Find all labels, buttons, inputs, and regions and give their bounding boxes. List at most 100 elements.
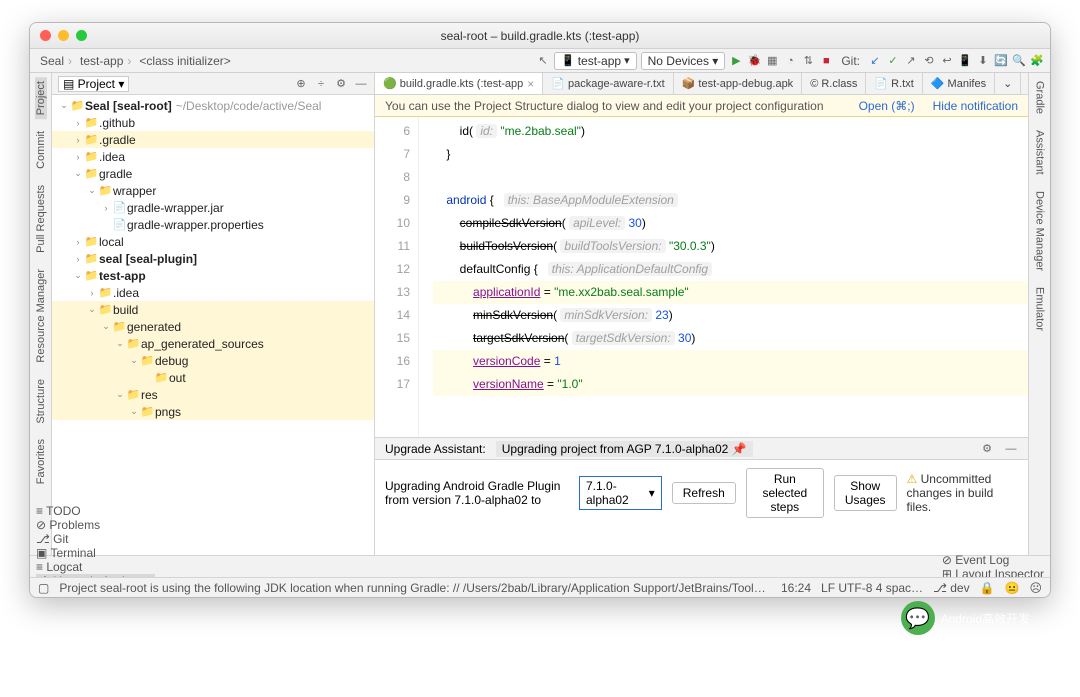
- tree-node[interactable]: › 📁 .gradle: [52, 131, 374, 148]
- right-tool-gutter: Gradle Assistant Device Manager Emulator: [1028, 73, 1050, 555]
- minimize-window[interactable]: [58, 30, 69, 41]
- tree-node[interactable]: ⌄ 📁 Seal [seal-root]~/Desktop/code/activ…: [52, 97, 374, 114]
- run-steps-button[interactable]: Run selected steps: [746, 468, 824, 518]
- history-icon[interactable]: ⟲: [922, 54, 936, 68]
- cursor-position[interactable]: 16:24: [781, 581, 811, 595]
- attach-icon[interactable]: ⇅: [801, 54, 815, 68]
- editor-tab[interactable]: © R.class: [802, 73, 866, 94]
- agp-version-select[interactable]: 7.1.0-alpha02▾: [579, 476, 662, 510]
- git-branch[interactable]: ⎇ dev: [933, 581, 970, 595]
- wechat-icon: 💬: [901, 601, 935, 635]
- tool-tab-device-manager[interactable]: Device Manager: [1034, 187, 1046, 275]
- tool-tab-pull-requests[interactable]: Pull Requests: [35, 181, 47, 257]
- tree-node[interactable]: › 📁 .idea: [52, 148, 374, 165]
- tree-node[interactable]: ⌄ 📁 test-app: [52, 267, 374, 284]
- uncommitted-warning: Uncommitted changes in build files.: [907, 472, 1018, 514]
- editor-tab[interactable]: 📄 R.txt: [866, 73, 922, 94]
- encoding-indicator[interactable]: LF UTF-8 4 spac…: [821, 581, 923, 595]
- debug-icon[interactable]: 🐞: [747, 54, 761, 68]
- tree-node[interactable]: ⌄ 📁 ap_generated_sources: [52, 335, 374, 352]
- left-tool-gutter: Project Commit Pull Requests Resource Manag…: [30, 73, 52, 555]
- face-ok-icon: 😐: [1005, 581, 1020, 595]
- upgrade-assistant-panel: Upgrade Assistant: Upgrading project fro…: [375, 437, 1028, 555]
- hide-notification-link[interactable]: Hide notification: [933, 99, 1018, 113]
- project-collapse-icon[interactable]: ÷: [314, 77, 328, 91]
- titlebar: seal-root – build.gradle.kts (:test-app): [30, 23, 1050, 49]
- editor-tab[interactable]: 🟢 build.gradle.kts (:test-app ×: [375, 73, 543, 94]
- tree-node[interactable]: ⌄ 📁 pngs: [52, 403, 374, 420]
- sdk-icon[interactable]: ⬇: [976, 54, 990, 68]
- editor-tab[interactable]: 📦 test-app-debug.apk: [674, 73, 803, 94]
- breadcrumb[interactable]: <class initializer>: [135, 54, 234, 68]
- profile-icon[interactable]: ◔: [783, 54, 797, 68]
- tool-tab-emulator[interactable]: Emulator: [1034, 283, 1046, 335]
- status-icon[interactable]: ▢: [38, 581, 49, 595]
- tree-node[interactable]: ⌄ 📁 build: [52, 301, 374, 318]
- editor-tab[interactable]: 🔷 Manifes: [923, 73, 995, 94]
- project-hide-icon[interactable]: —: [354, 77, 368, 91]
- tree-node[interactable]: › 📁 local: [52, 233, 374, 250]
- tree-node[interactable]: 📄 gradle-wrapper.properties: [52, 216, 374, 233]
- coverage-icon[interactable]: ▦: [765, 54, 779, 68]
- lock-icon[interactable]: 🔒: [980, 581, 995, 595]
- face-sad-icon: ☹: [1029, 581, 1042, 595]
- tool-tab-commit[interactable]: Commit: [35, 127, 47, 173]
- tool-tab-project[interactable]: Project: [35, 77, 47, 119]
- run-icon[interactable]: ▶: [729, 54, 743, 68]
- upgrade-subtitle: Upgrading project from AGP 7.1.0-alpha02…: [496, 441, 753, 457]
- breadcrumb[interactable]: Seal: [36, 54, 76, 68]
- tree-node[interactable]: › 📁 .idea: [52, 284, 374, 301]
- tool-tab-resource-manager[interactable]: Resource Manager: [35, 265, 47, 367]
- vcs-commit-icon[interactable]: ✓: [886, 54, 900, 68]
- rollback-icon[interactable]: ↩: [940, 54, 954, 68]
- tool-tab-assistant[interactable]: Assistant: [1034, 126, 1046, 179]
- tool-tab-structure[interactable]: Structure: [35, 375, 47, 428]
- stop-icon[interactable]: ■: [819, 54, 833, 68]
- avd-icon[interactable]: 📱: [958, 54, 972, 68]
- settings-icon[interactable]: 🧩: [1030, 54, 1044, 68]
- code-editor[interactable]: 67891011121314151617 id( id: "me.2bab.se…: [375, 117, 1028, 437]
- upgrade-text: Upgrading Android Gradle Plugin from ver…: [385, 479, 569, 507]
- bottom-tool-tabs: ≡ TODO⊘ Problems⎇ Git▣ Terminal≡ Logcat⇧…: [30, 555, 1050, 577]
- vcs-update-icon[interactable]: ↙: [868, 54, 882, 68]
- device-selector[interactable]: No Devices ▾: [641, 52, 726, 70]
- breadcrumb[interactable]: test-app: [76, 54, 135, 68]
- tree-node[interactable]: ⌄ 📁 debug: [52, 352, 374, 369]
- refresh-button[interactable]: Refresh: [672, 482, 736, 504]
- sync-icon[interactable]: 🔄: [994, 54, 1008, 68]
- tree-node[interactable]: ⌄ 📁 res: [52, 386, 374, 403]
- bottom-tab[interactable]: ⊘ Problems: [36, 518, 155, 532]
- bottom-tab[interactable]: ≡ Logcat: [36, 560, 155, 574]
- zoom-window[interactable]: [76, 30, 87, 41]
- project-select-opened-icon[interactable]: ⊕: [294, 77, 308, 91]
- bottom-tab[interactable]: ≡ TODO: [36, 504, 155, 518]
- project-panel: ▤ Project ▾ ⊕ ÷ ⚙ — ⌄ 📁 Seal [seal-root]…: [52, 73, 375, 555]
- tool-tab-favorites[interactable]: Favorites: [35, 435, 47, 488]
- editor-tab-more[interactable]: ⌄: [995, 73, 1021, 94]
- show-usages-button[interactable]: Show Usages: [834, 475, 897, 511]
- tree-node[interactable]: ⌄ 📁 wrapper: [52, 182, 374, 199]
- open-project-structure-link[interactable]: Open (⌘;): [859, 99, 915, 113]
- tool-tab-gradle[interactable]: Gradle: [1034, 77, 1046, 118]
- bottom-tab[interactable]: ⊘ Event Log: [942, 553, 1044, 567]
- tree-node[interactable]: › 📄 gradle-wrapper.jar: [52, 199, 374, 216]
- project-view-selector[interactable]: ▤ Project ▾: [58, 76, 129, 92]
- close-window[interactable]: [40, 30, 51, 41]
- tree-node[interactable]: › 📁 seal [seal-plugin]: [52, 250, 374, 267]
- tree-node[interactable]: › 📁 .github: [52, 114, 374, 131]
- back-icon[interactable]: ↖: [536, 54, 550, 68]
- tree-node[interactable]: ⌄ 📁 generated: [52, 318, 374, 335]
- window-title: seal-root – build.gradle.kts (:test-app): [441, 29, 640, 43]
- vcs-push-icon[interactable]: ↗: [904, 54, 918, 68]
- tree-node[interactable]: ⌄ 📁 gradle: [52, 165, 374, 182]
- panel-settings-icon[interactable]: ⚙: [980, 442, 994, 456]
- search-icon[interactable]: 🔍: [1012, 54, 1026, 68]
- run-config-selector[interactable]: 📱 test-app ▾: [554, 52, 637, 70]
- panel-hide-icon[interactable]: —: [1004, 442, 1018, 456]
- project-settings-icon[interactable]: ⚙: [334, 77, 348, 91]
- bottom-tab[interactable]: ⎇ Git: [36, 532, 155, 546]
- tree-node[interactable]: 📁 out: [52, 369, 374, 386]
- project-tree[interactable]: ⌄ 📁 Seal [seal-root]~/Desktop/code/activ…: [52, 95, 374, 555]
- bottom-tab[interactable]: ▣ Terminal: [36, 546, 155, 560]
- editor-tab[interactable]: 📄 package-aware-r.txt: [543, 73, 673, 94]
